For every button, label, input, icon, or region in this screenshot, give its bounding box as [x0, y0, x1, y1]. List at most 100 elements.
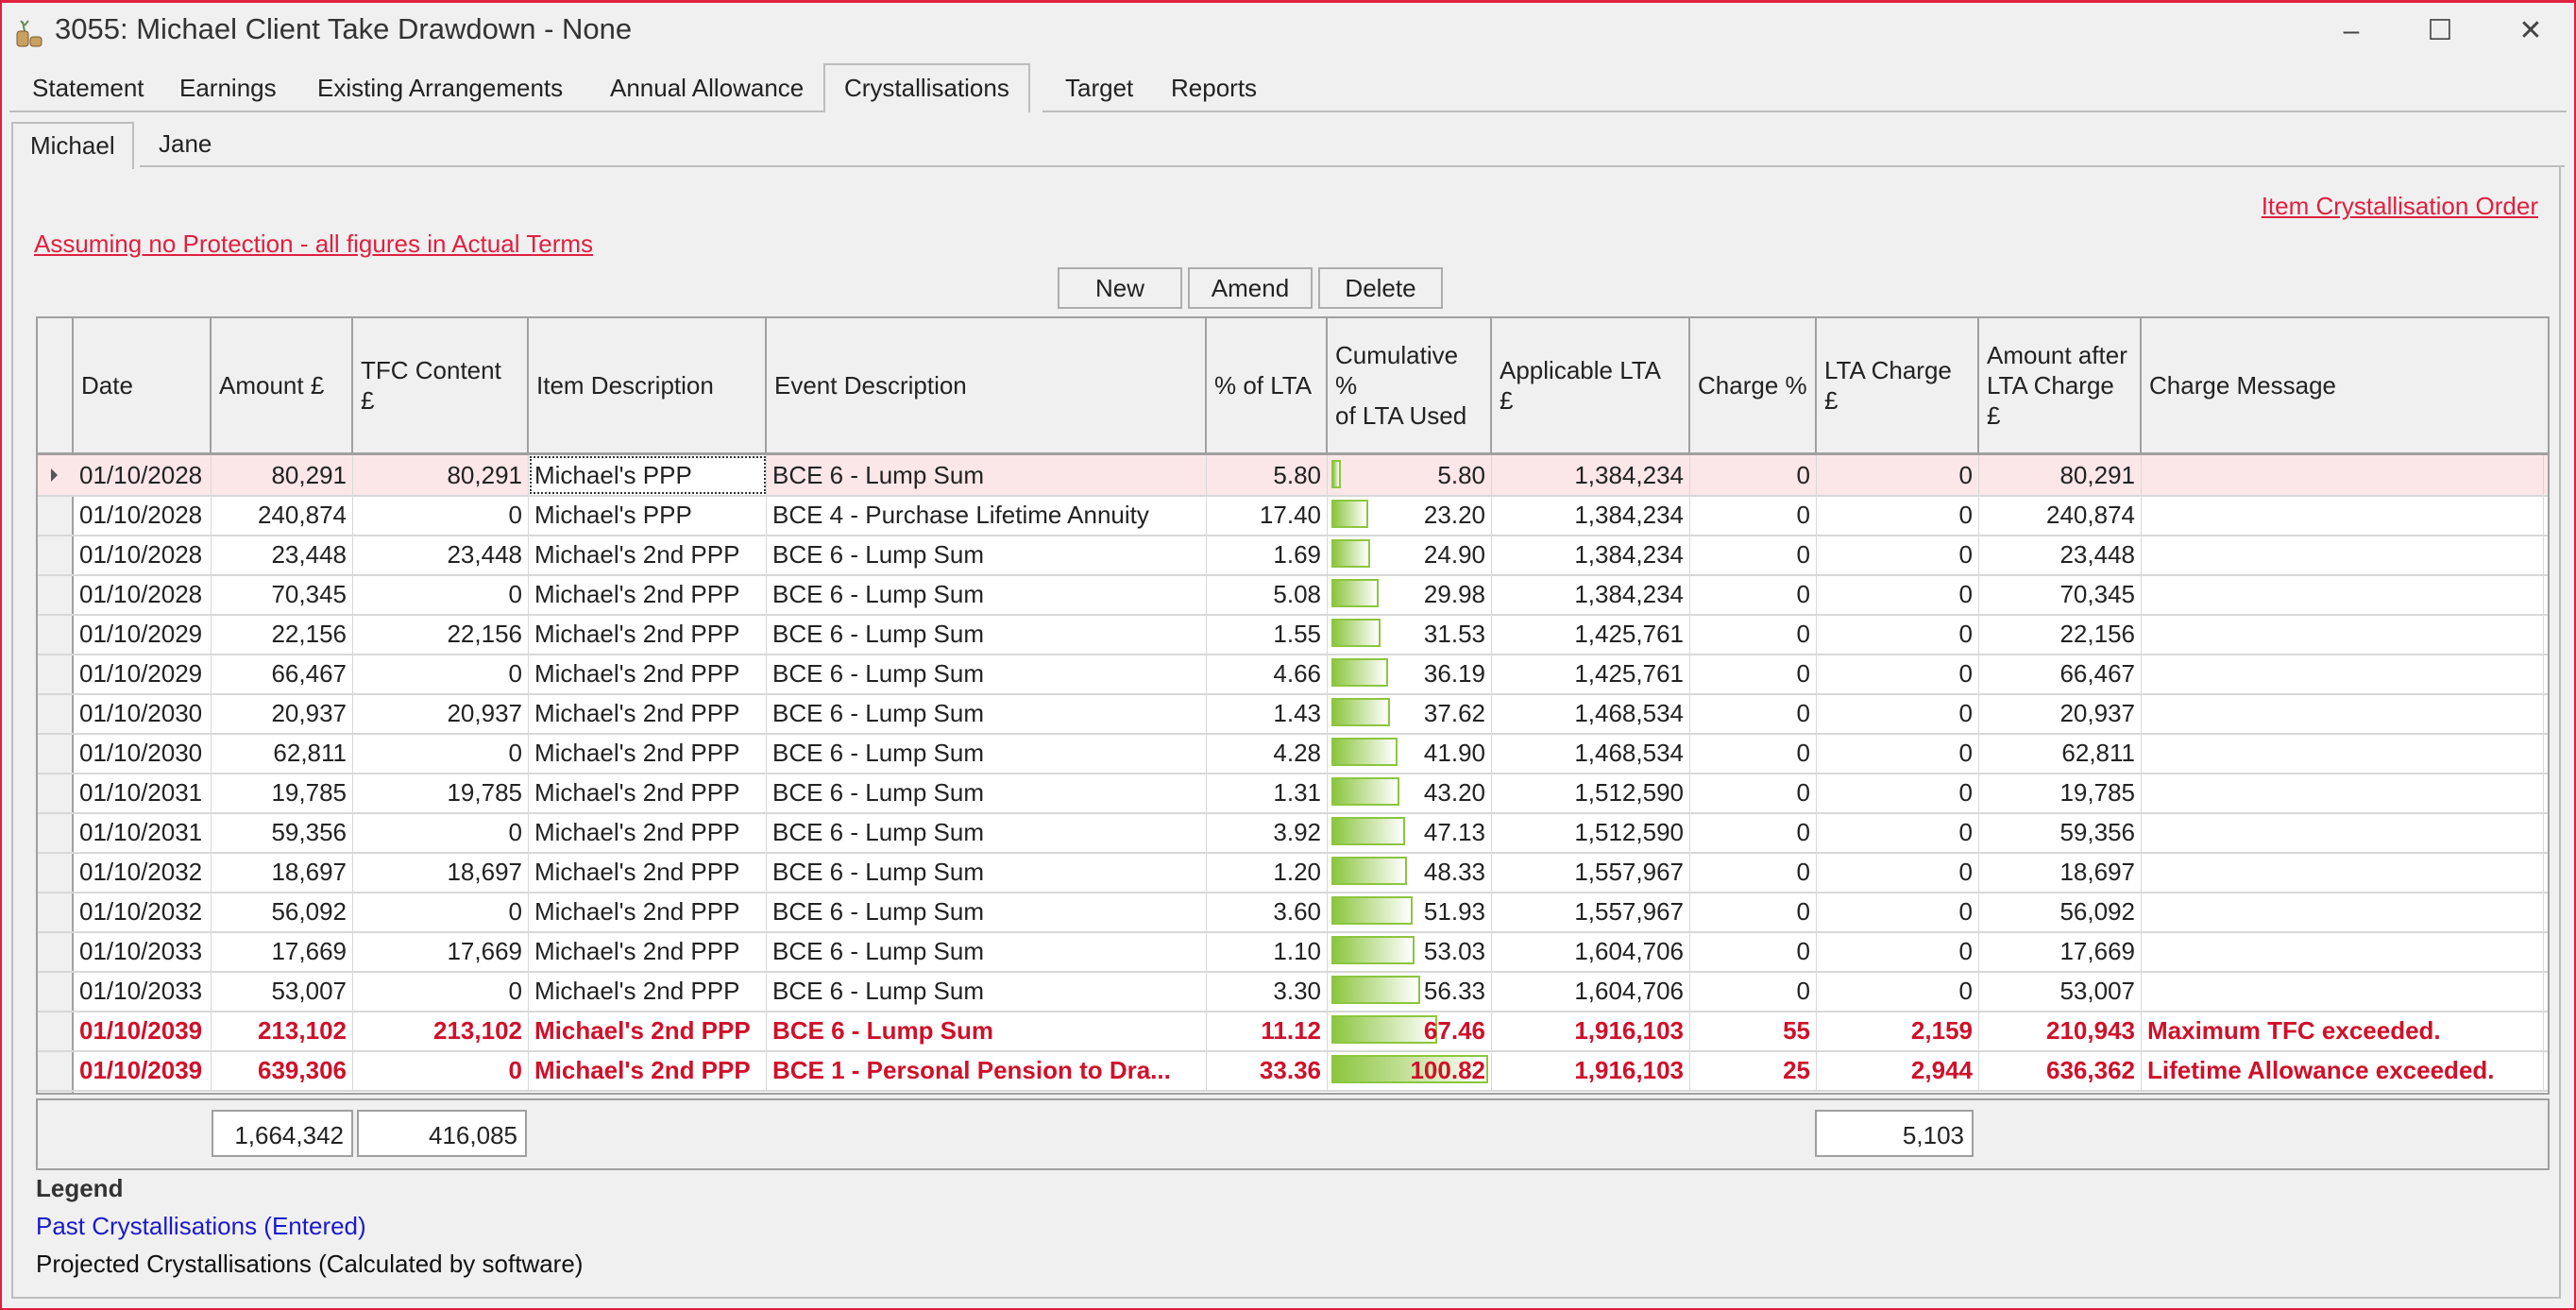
- cell-lta-charge[interactable]: 0: [1817, 931, 1979, 971]
- cell-tfc[interactable]: 0: [353, 654, 529, 693]
- cell-item[interactable]: Michael's 2nd PPP: [529, 892, 767, 931]
- cell-charge-pct[interactable]: 0: [1690, 574, 1817, 614]
- cell-amount[interactable]: 59,356: [212, 812, 353, 852]
- column-header-cumulative[interactable]: Cumulative % of LTA Used: [1328, 318, 1492, 452]
- cell-amount[interactable]: 53,007: [212, 971, 353, 1011]
- cell-amount-after[interactable]: 17,669: [1979, 931, 2142, 971]
- cell-charge-pct[interactable]: 0: [1690, 971, 1817, 1011]
- cell-lta-charge[interactable]: 0: [1817, 852, 1979, 892]
- cell-event[interactable]: BCE 6 - Lump Sum: [767, 654, 1207, 693]
- tab-crystallisations[interactable]: Crystallisations: [823, 63, 1030, 112]
- cell-message[interactable]: [2142, 931, 2544, 971]
- cell-item[interactable]: Michael's 2nd PPP: [529, 812, 767, 852]
- table-row[interactable]: 01/10/2028 23,448 23,448 Michael's 2nd PPP B…: [38, 535, 2548, 576]
- cell-event[interactable]: BCE 6 - Lump Sum: [767, 931, 1207, 971]
- cell-item[interactable]: Michael's 2nd PPP: [529, 733, 767, 773]
- cell-item[interactable]: Michael's 2nd PPP: [529, 693, 767, 733]
- cell-item[interactable]: Michael's 2nd PPP: [529, 1011, 767, 1050]
- cell-message[interactable]: [2142, 892, 2544, 931]
- cell-date[interactable]: 01/10/2039: [74, 1050, 212, 1090]
- cell-date[interactable]: 01/10/2031: [74, 812, 212, 852]
- cell-message[interactable]: [2142, 535, 2544, 574]
- cell-date[interactable]: 01/10/2030: [74, 733, 212, 773]
- table-row[interactable]: 01/10/2028 80,291 80,291 Michael's PPP BCE 6…: [38, 455, 2548, 497]
- cell-applicable-lta[interactable]: 1,604,706: [1492, 971, 1690, 1011]
- column-header-charge-pct[interactable]: Charge %: [1690, 318, 1817, 452]
- cell-cumulative[interactable]: 100.82: [1328, 1050, 1492, 1090]
- cell-applicable-lta[interactable]: 1,512,590: [1492, 773, 1690, 812]
- cell-message[interactable]: [2142, 574, 2544, 614]
- cell-message[interactable]: [2142, 495, 2544, 535]
- cell-amount-after[interactable]: 70,345: [1979, 574, 2142, 614]
- item-crystallisation-order-link[interactable]: Item Crystallisation Order: [2262, 192, 2538, 221]
- cell-cumulative[interactable]: 37.62: [1328, 693, 1492, 733]
- cell-tfc[interactable]: 20,937: [353, 693, 529, 733]
- cell-amount[interactable]: 240,874: [212, 495, 353, 535]
- column-header-tfc[interactable]: TFC Content £: [353, 318, 529, 452]
- cell-event[interactable]: BCE 6 - Lump Sum: [767, 773, 1207, 812]
- cell-charge-pct[interactable]: 0: [1690, 733, 1817, 773]
- cell-cumulative[interactable]: 48.33: [1328, 852, 1492, 892]
- cell-pct-lta[interactable]: 3.30: [1207, 971, 1328, 1011]
- cell-amount-after[interactable]: 56,092: [1979, 892, 2142, 931]
- cell-tfc[interactable]: 0: [353, 495, 529, 535]
- cell-lta-charge[interactable]: 2,944: [1817, 1050, 1979, 1090]
- cell-cumulative[interactable]: 31.53: [1328, 614, 1492, 654]
- cell-tfc[interactable]: 0: [353, 574, 529, 614]
- table-row[interactable]: 01/10/2039 639,306 0 Michael's 2nd PPP BCE 1…: [38, 1050, 2548, 1092]
- cell-lta-charge[interactable]: 0: [1817, 693, 1979, 733]
- cell-item[interactable]: Michael's 2nd PPP: [529, 971, 767, 1011]
- cell-event[interactable]: BCE 1 - Personal Pension to Dra...: [767, 1050, 1207, 1090]
- cell-event[interactable]: BCE 6 - Lump Sum: [767, 733, 1207, 773]
- cell-applicable-lta[interactable]: 1,384,234: [1492, 574, 1690, 614]
- cell-cumulative[interactable]: 23.20: [1328, 495, 1492, 535]
- table-row[interactable]: 01/10/2031 19,785 19,785 Michael's 2nd PPP B…: [38, 773, 2548, 814]
- cell-message[interactable]: [2142, 654, 2544, 693]
- cell-event[interactable]: BCE 6 - Lump Sum: [767, 1011, 1207, 1050]
- cell-lta-charge[interactable]: 0: [1817, 971, 1979, 1011]
- subtab-michael[interactable]: Michael: [11, 122, 134, 169]
- table-row[interactable]: 01/10/2039 213,102 213,102 Michael's 2nd PP…: [38, 1011, 2548, 1052]
- cell-amount[interactable]: 23,448: [212, 535, 353, 574]
- cell-date[interactable]: 01/10/2031: [74, 773, 212, 812]
- column-header-amount-after[interactable]: Amount after LTA Charge £: [1979, 318, 2142, 452]
- cell-amount[interactable]: 18,697: [212, 852, 353, 892]
- cell-message[interactable]: [2142, 773, 2544, 812]
- cell-amount-after[interactable]: 20,937: [1979, 693, 2142, 733]
- cell-tfc[interactable]: 19,785: [353, 773, 529, 812]
- cell-date[interactable]: 01/10/2029: [74, 654, 212, 693]
- cell-item[interactable]: Michael's 2nd PPP: [529, 574, 767, 614]
- cell-amount-after[interactable]: 62,811: [1979, 733, 2142, 773]
- cell-cumulative[interactable]: 24.90: [1328, 535, 1492, 574]
- cell-message[interactable]: [2142, 733, 2544, 773]
- cell-event[interactable]: BCE 6 - Lump Sum: [767, 693, 1207, 733]
- table-row[interactable]: 01/10/2028 70,345 0 Michael's 2nd PPP BCE 6 …: [38, 574, 2548, 616]
- cell-lta-charge[interactable]: 0: [1817, 574, 1979, 614]
- cell-date[interactable]: 01/10/2028: [74, 455, 212, 495]
- column-header-applicable-lta[interactable]: Applicable LTA £: [1492, 318, 1690, 452]
- cell-applicable-lta[interactable]: 1,384,234: [1492, 495, 1690, 535]
- cell-pct-lta[interactable]: 1.55: [1207, 614, 1328, 654]
- cell-pct-lta[interactable]: 5.08: [1207, 574, 1328, 614]
- cell-lta-charge[interactable]: 0: [1817, 614, 1979, 654]
- cell-amount[interactable]: 56,092: [212, 892, 353, 931]
- cell-charge-pct[interactable]: 55: [1690, 1011, 1817, 1050]
- cell-tfc[interactable]: 80,291: [353, 455, 529, 495]
- table-row[interactable]: 01/10/2033 17,669 17,669 Michael's 2nd PPP B…: [38, 931, 2548, 973]
- column-header-amount[interactable]: Amount £: [212, 318, 353, 452]
- cell-lta-charge[interactable]: 0: [1817, 654, 1979, 693]
- cell-amount-after[interactable]: 636,362: [1979, 1050, 2142, 1090]
- table-row[interactable]: 01/10/2030 62,811 0 Michael's 2nd PPP BCE 6 …: [38, 733, 2548, 774]
- cell-message[interactable]: [2142, 614, 2544, 654]
- cell-charge-pct[interactable]: 0: [1690, 693, 1817, 733]
- cell-pct-lta[interactable]: 3.60: [1207, 892, 1328, 931]
- cell-tfc[interactable]: 18,697: [353, 852, 529, 892]
- cell-amount-after[interactable]: 59,356: [1979, 812, 2142, 852]
- cell-event[interactable]: BCE 6 - Lump Sum: [767, 892, 1207, 931]
- cell-applicable-lta[interactable]: 1,425,761: [1492, 614, 1690, 654]
- cell-event[interactable]: BCE 6 - Lump Sum: [767, 812, 1207, 852]
- cell-message[interactable]: Lifetime Allowance exceeded.: [2142, 1050, 2544, 1090]
- cell-applicable-lta[interactable]: 1,384,234: [1492, 535, 1690, 574]
- cell-pct-lta[interactable]: 33.36: [1207, 1050, 1328, 1090]
- cell-tfc[interactable]: 0: [353, 971, 529, 1011]
